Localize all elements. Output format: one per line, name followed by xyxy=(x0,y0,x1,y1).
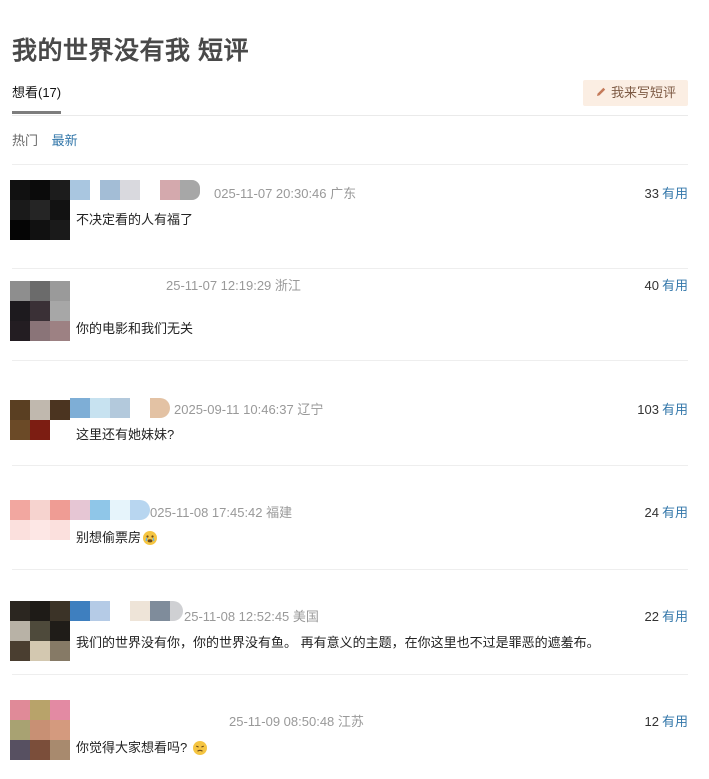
comment-text: 我们的世界没有你，你的世界没有鱼。 再有意义的主题，在你这里也不过是罪恶的遮羞布… xyxy=(76,635,600,650)
avatar[interactable] xyxy=(10,700,70,760)
vote-count: 12 xyxy=(644,714,659,729)
emoji-crying-icon xyxy=(143,531,158,545)
pencil-icon xyxy=(596,87,606,96)
comment-item: 2025-09-11 10:46:37 辽宁 103 有用 这里还有她妹妹? xyxy=(0,362,709,466)
emoji-sad-icon xyxy=(193,741,208,755)
comment-item: 025-11-07 20:30:46 广东 33 有用 不决定看的人有福了 xyxy=(0,165,709,269)
comment-text-row: 别想偷票房 xyxy=(76,527,158,546)
avatar[interactable] xyxy=(10,180,70,240)
useful-button[interactable]: 有用 xyxy=(662,186,688,201)
vote-count: 103 xyxy=(637,402,659,417)
vote: 33 有用 xyxy=(645,183,688,202)
useful-button[interactable]: 有用 xyxy=(662,402,688,417)
comment-item: 25-11-07 12:19:29 浙江 40 有用 你的电影和我们无关 xyxy=(0,257,709,361)
comment-item: 025-11-08 17:45:42 福建 24 有用 别想偷票房 xyxy=(0,466,709,570)
vote: 22 有用 xyxy=(645,606,688,625)
comment-item: 25-11-08 12:52:45 美国 22 有用 我们的世界没有你，你的世界没… xyxy=(0,571,709,675)
sort-bar: 热门 最新 xyxy=(12,130,78,149)
vote-count: 24 xyxy=(644,505,659,520)
vote-count: 22 xyxy=(644,609,659,624)
page-title: 我的世界没有我 短评 xyxy=(12,37,249,65)
tab-want-to-see[interactable]: 想看(17) xyxy=(12,82,62,114)
comment-text-row: 你觉得大家想看吗? xyxy=(76,737,208,756)
comment-time-location: 025-11-08 17:45:42 福建 xyxy=(150,505,293,520)
avatar[interactable] xyxy=(10,400,70,460)
vote: 24 有用 xyxy=(645,502,688,521)
avatar[interactable] xyxy=(10,601,70,661)
useful-button[interactable]: 有用 xyxy=(662,714,688,729)
comment-time-location: 2025-09-11 10:46:37 辽宁 xyxy=(174,402,324,417)
write-review-label: 我来写短评 xyxy=(610,85,676,100)
comment-text: 你觉得大家想看吗? xyxy=(76,740,188,755)
username-pixelated[interactable] xyxy=(70,601,183,621)
vote: 103 有用 xyxy=(637,399,688,418)
write-review-button[interactable]: 我来写短评 xyxy=(583,80,688,106)
comment-time-location: 25-11-07 12:19:29 浙江 xyxy=(166,278,301,293)
username-pixelated[interactable] xyxy=(70,500,150,520)
useful-button[interactable]: 有用 xyxy=(662,505,688,520)
avatar[interactable] xyxy=(10,281,70,341)
username-pixelated[interactable] xyxy=(70,398,170,418)
tab-bar: 想看(17) 我来写短评 xyxy=(12,80,688,116)
useful-button[interactable]: 有用 xyxy=(662,278,688,293)
useful-button[interactable]: 有用 xyxy=(662,609,688,624)
comment-time-location: 025-11-07 20:30:46 广东 xyxy=(214,186,357,201)
comment-text: 你的电影和我们无关 xyxy=(76,321,194,336)
username-pixelated[interactable] xyxy=(70,180,200,200)
vote: 12 有用 xyxy=(645,711,688,730)
comment-time-location: 25-11-09 08:50:48 江苏 xyxy=(229,714,364,729)
comment-time-location: 25-11-08 12:52:45 美国 xyxy=(184,609,319,624)
sort-hot[interactable]: 热门 xyxy=(12,133,38,148)
sort-latest[interactable]: 最新 xyxy=(52,133,78,148)
comment-text: 别想偷票房 xyxy=(76,530,142,545)
vote: 40 有用 xyxy=(645,275,688,294)
vote-count: 40 xyxy=(644,278,659,293)
comment-text: 不决定看的人有福了 xyxy=(76,212,194,227)
comment-text: 这里还有她妹妹? xyxy=(76,427,175,442)
comment-item: 25-11-09 08:50:48 江苏 12 有用 你觉得大家想看吗? xyxy=(0,675,709,779)
avatar[interactable] xyxy=(10,500,70,560)
vote-count: 33 xyxy=(644,186,659,201)
